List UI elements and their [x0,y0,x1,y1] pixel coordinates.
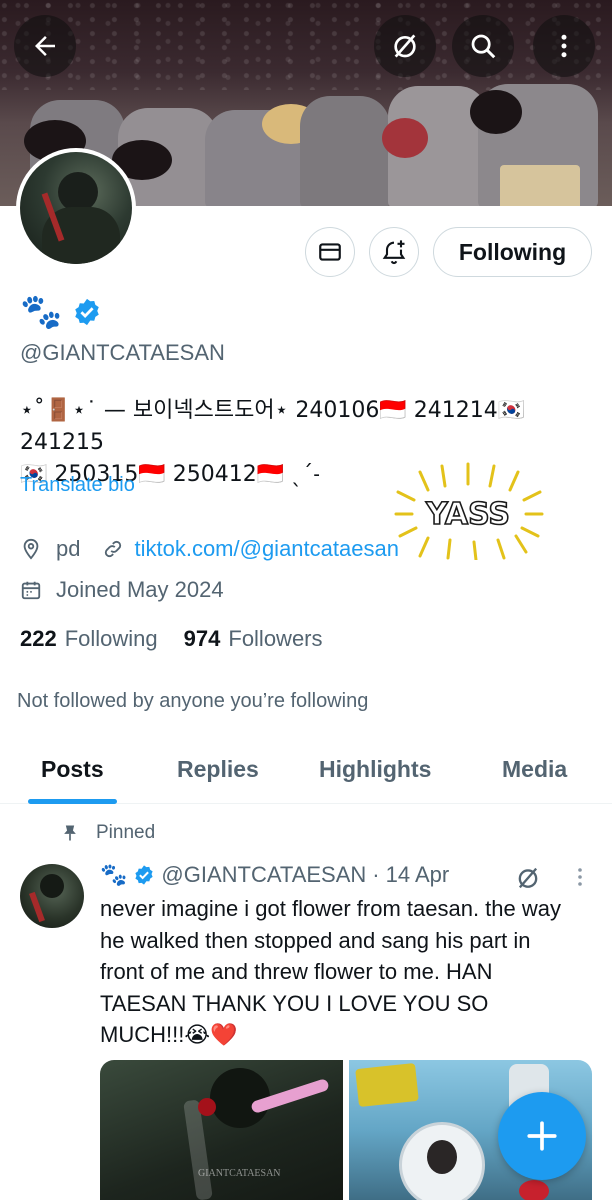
pinned-label: Pinned [96,822,156,843]
following-count: 222 [20,626,57,651]
verified-badge-icon[interactable] [72,297,102,327]
yass-sticker: YASS [394,462,544,560]
plus-icon [527,1121,557,1151]
tab-replies[interactable]: Replies [177,756,259,783]
profile-name-emoji: 🐾 [20,293,63,331]
following-count-label: Following [64,626,158,651]
tab-media[interactable]: Media [502,756,567,783]
post-more-icon[interactable] [568,864,592,890]
more-vertical-icon [561,34,567,58]
profile-joined-row: Joined May 2024 [20,577,224,603]
verified-badge-icon [135,865,154,885]
banner-crowd-lights [0,0,612,90]
more-button[interactable] [533,15,595,77]
link-icon [105,540,122,558]
profile-avatar-image [20,152,132,264]
followers-count: 974 [183,626,221,651]
post-author-emoji[interactable]: 🐾 [100,862,127,888]
profile-meta-row: pd tiktok.com/@giantcataesan [20,536,399,562]
post-separator: · [372,862,380,887]
following-count-link[interactable]: 222 Following [20,626,158,652]
bio-line: ⋆˚🚪⋆˙ — 보이넥스트도어⋆ 240106🇮🇩 241214🇰🇷 24121… [20,398,526,455]
mutual-followers-note: Not followed by anyone you’re following [17,690,369,712]
hide-button[interactable] [374,15,436,77]
followers-count-link[interactable]: 974 Followers [184,626,323,652]
tab-highlights[interactable]: Highlights [319,756,431,783]
calendar-icon [21,581,41,600]
following-button-label: Following [458,238,567,265]
pin-icon [64,825,76,841]
profile-avatar[interactable] [16,148,136,268]
yass-sticker-text: YASS [425,497,510,532]
back-arrow-icon [35,36,55,56]
profile-handle: @GIANTCATAESAN [20,340,225,365]
profile-tabs: Posts Replies Highlights Media [0,740,612,804]
following-button[interactable]: Following [433,227,592,277]
search-button[interactable] [452,15,514,77]
profile-name: 🐾 [20,292,102,332]
banner-figure-pants [500,165,580,206]
profile-location: pd [56,536,81,561]
pinned-label-row: Pinned [60,822,155,844]
active-tab-indicator [28,799,117,804]
post-author-avatar[interactable] [20,864,84,928]
post-author-handle[interactable]: @GIANTCATAESAN [161,862,366,888]
tab-posts[interactable]: Posts [41,756,104,783]
post-date[interactable]: 14 Apr [386,862,450,888]
compose-button[interactable] [498,1092,586,1180]
search-icon [471,34,496,59]
message-icon [319,243,341,261]
message-button[interactable] [305,227,355,277]
banner-figure-head [470,90,522,134]
back-button[interactable] [14,15,76,77]
profile-joined-date: Joined May 2024 [56,577,224,602]
media-watermark: GIANTCATAESAN [198,1168,281,1179]
post-media-image[interactable]: GIANTCATAESAN [100,1060,343,1200]
followers-count-label: Followers [228,626,323,651]
location-pin-icon [23,538,39,560]
post-header: 🐾 @GIANTCATAESAN · 14 Apr [100,862,449,888]
banner-figure [300,96,390,206]
banner-figure-head [382,118,428,158]
notifications-button[interactable] [369,227,419,277]
bell-plus-icon [382,240,406,265]
hide-icon [394,34,416,58]
post-text: never imagine i got flower from taesan. … [100,896,562,1047]
hide-icon[interactable] [514,864,542,892]
profile-counts: 222 Following 974 Followers [20,626,323,652]
profile-website-link[interactable]: tiktok.com/@giantcataesan [134,536,398,562]
translate-bio-link[interactable]: Translate bio [20,474,135,497]
